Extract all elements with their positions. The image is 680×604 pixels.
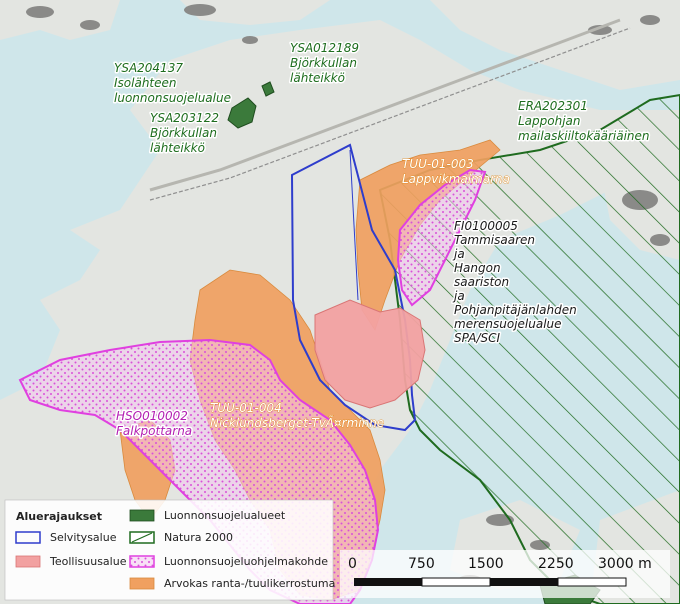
svg-text:Luonnonsuojelualueet: Luonnonsuojelualueet [164,509,286,522]
scale-tick-label-750: 750 [408,556,435,572]
svg-text:YSA204137: YSA204137 [114,61,183,75]
orange-fill-swatch [129,577,155,590]
svg-text:Selvitysalue: Selvitysalue [50,531,117,544]
svg-text:Isolähteen: Isolähteen [114,76,177,90]
scale-segment-1 [354,578,422,586]
svg-text:luonnonsuojelualue: luonnonsuojelualue [114,91,231,105]
svg-text:Hangon: Hangon [454,261,501,275]
legend-item-natura-2000: Natura 2000 [129,531,233,544]
scale-tick-label-3000: 3000 m [598,556,652,572]
green-fill-swatch [129,509,155,522]
scale-tick-label-1500: 1500 [468,556,504,572]
svg-text:Arvokas ranta-/tuulikerrostuma: Arvokas ranta-/tuulikerrostuma [164,577,335,590]
legend-item-luonnonsuojelualueet: Luonnonsuojelualueet [129,509,286,522]
scale-tick-label-0: 0 [348,556,357,572]
legend: Aluerajaukset Selvitysalue Teollisuusalu… [4,499,335,601]
svg-text:merensuojelualue: merensuojelualue [454,317,562,331]
svg-text:YSA203122: YSA203122 [150,111,219,125]
scale-segment-4 [557,577,627,587]
scale-segment-3 [490,578,558,586]
scale-bar: 0 750 1500 2250 3000 m [340,550,670,598]
svg-text:SPA/SCI: SPA/SCI [454,331,501,345]
scale-segment-2 [421,577,491,587]
svg-text:Nicklundsberget-TvÃ¤rminne: Nicklundsberget-TvÃ¤rminne [210,415,384,430]
svg-text:TUU-01-004: TUU-01-004 [210,401,282,415]
svg-text:Natura 2000: Natura 2000 [164,531,233,544]
svg-text:Björkkullan: Björkkullan [290,56,357,70]
svg-text:lähteikkö: lähteikkö [150,141,205,155]
svg-text:Lappvikmalmarna: Lappvikmalmarna [402,172,510,186]
svg-text:Lappohjan: Lappohjan [518,114,581,128]
svg-text:saariston: saariston [454,275,509,289]
svg-text:FI0100005: FI0100005 [454,219,518,233]
label-hso010002: HSO010002 Falkpottarna [115,408,194,440]
svg-text:YSA012189: YSA012189 [290,41,359,55]
svg-text:Tammisaaren: Tammisaaren [454,233,535,247]
svg-text:ja: ja [452,247,465,261]
svg-text:TUU-01-003: TUU-01-003 [402,157,474,171]
svg-text:Falkpottarna: Falkpottarna [116,424,192,438]
svg-text:mailaskiiltokääriäinen: mailaskiiltokääriäinen [518,129,650,143]
svg-text:Teollisuusalue: Teollisuusalue [49,555,127,568]
svg-text:lähteikkö: lähteikkö [290,71,345,85]
map-canvas[interactable]: YSA204137 Isolähteen luonnonsuojelualue … [0,0,680,604]
dotted-magenta-swatch [129,555,155,568]
scale-tick-label-2250: 2250 [538,556,574,572]
svg-text:ERA202301: ERA202301 [518,99,588,113]
svg-text:HSO010002: HSO010002 [116,409,188,423]
pink-fill-swatch [15,555,41,568]
svg-text:Björkkullan: Björkkullan [150,126,217,140]
legend-item-teollisuusalue: Teollisuusalue [15,555,127,568]
svg-text:Pohjanpitäjänlahden: Pohjanpitäjänlahden [454,303,577,317]
svg-text:Luonnonsuojeluohjelmakohde: Luonnonsuojeluohjelmakohde [164,555,328,568]
svg-text:ja: ja [452,289,465,303]
legend-title: Aluerajaukset [16,510,102,523]
